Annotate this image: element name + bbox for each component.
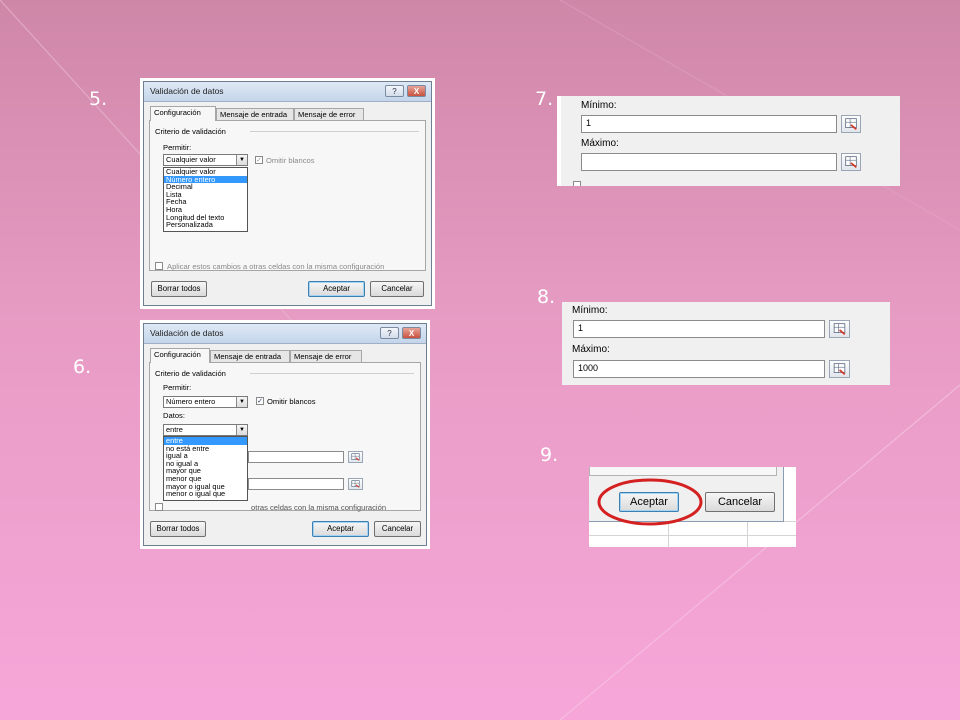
checkbox-check-icon: ✓ [256, 157, 262, 164]
maximum-label: Máximo: [572, 344, 610, 355]
maximum-field[interactable] [248, 478, 344, 490]
dialog-titlebar: Validación de datos ? X [144, 82, 431, 102]
range-picker-icon[interactable] [841, 115, 861, 133]
minimum-label: Mínimo: [581, 100, 617, 111]
cancel-button[interactable]: Cancelar [374, 521, 421, 537]
data-combo-value: entre [166, 425, 183, 434]
criteria-group-label: Criterio de validación [155, 369, 226, 378]
ignore-blank-checkbox[interactable]: ✓ [256, 397, 264, 405]
allow-label: Permitir: [163, 383, 192, 392]
tab-mensaje-entrada[interactable]: Mensaje de entrada [210, 350, 290, 362]
tab-configuracion[interactable]: Configuración [150, 348, 210, 363]
screenshot-step-9: Aceptar Cancelar [589, 467, 796, 547]
close-button[interactable]: X [407, 85, 426, 97]
screenshot-step-5: Validación de datos ? X Configuración Me… [140, 78, 435, 309]
allow-dropdown-list: Cualquier valor Número entero Decimal Li… [163, 167, 248, 232]
minimum-field[interactable]: 1 [581, 115, 837, 133]
validation-dialog: Validación de datos ? X Configuración Me… [143, 81, 432, 306]
settings-panel: Criterio de validación Permitir: Número … [149, 362, 421, 512]
left-edge [557, 96, 561, 186]
tab-mensaje-error[interactable]: Mensaje de error [294, 108, 364, 120]
range-picker-icon[interactable] [348, 451, 363, 463]
step-number-8: 8. [537, 286, 556, 308]
allow-label: Permitir: [163, 143, 192, 152]
maximum-field[interactable] [581, 153, 837, 171]
range-picker-icon[interactable] [829, 320, 850, 338]
criteria-group-label: Criterio de validación [155, 127, 226, 136]
allow-option[interactable]: Personalizada [164, 221, 247, 229]
screenshot-step-8: Mínimo: 1 Máximo: 1000 [562, 302, 890, 385]
ignore-blank-label: Omitir blancos [267, 397, 316, 406]
apply-to-all-checkbox[interactable] [155, 503, 163, 511]
minimum-field[interactable]: 1 [573, 320, 825, 338]
tab-mensaje-error[interactable]: Mensaje de error [290, 350, 362, 362]
ok-button[interactable]: Aceptar [312, 521, 369, 537]
maximum-field[interactable]: 1000 [573, 360, 825, 378]
screenshot-step-7: Mínimo: 1 Máximo: [557, 96, 900, 186]
data-combo[interactable]: entre ▼ [163, 424, 248, 436]
dialog-title: Validación de datos [150, 328, 224, 338]
allow-combo-value: Número entero [166, 397, 216, 406]
settings-panel: Criterio de validación Permitir: Cualqui… [149, 120, 426, 271]
tab-mensaje-entrada[interactable]: Mensaje de entrada [216, 108, 294, 120]
close-button[interactable]: X [402, 327, 421, 339]
allow-combo[interactable]: Cualquier valor ▼ [163, 154, 248, 166]
data-option[interactable]: menor o igual que [164, 490, 247, 498]
step-number-7: 7. [535, 88, 554, 110]
minimum-label: Mínimo: [572, 305, 608, 316]
clear-all-button[interactable]: Borrar todos [151, 281, 207, 297]
checkbox-check-icon: ✓ [257, 398, 263, 405]
step-number-5: 5. [89, 88, 108, 110]
range-picker-icon[interactable] [841, 153, 861, 171]
validation-dialog: Validación de datos ? X Configuración Me… [143, 323, 427, 546]
tab-configuracion[interactable]: Configuración [150, 106, 216, 121]
allow-combo[interactable]: Número entero ▼ [163, 396, 248, 408]
apply-to-all-checkbox[interactable] [573, 181, 581, 186]
dropdown-arrow-icon[interactable]: ▼ [236, 397, 247, 407]
apply-to-all-label: Aplicar estos cambios a otras celdas con… [167, 262, 385, 271]
ignore-blank-label: Omitir blancos [266, 156, 315, 165]
minimum-field[interactable] [248, 451, 344, 463]
step-number-6: 6. [73, 356, 92, 378]
data-dropdown-list: entre no está entre igual a no igual a m… [163, 436, 248, 501]
maximum-label: Máximo: [581, 138, 619, 149]
group-separator [250, 373, 414, 374]
cancel-button[interactable]: Cancelar [370, 281, 424, 297]
range-picker-icon[interactable] [829, 360, 850, 378]
apply-to-all-label: otras celdas con la misma configuración [251, 503, 387, 512]
help-button[interactable]: ? [385, 85, 404, 97]
help-button[interactable]: ? [380, 327, 399, 339]
dropdown-arrow-icon[interactable]: ▼ [236, 155, 247, 165]
dialog-titlebar: Validación de datos ? X [144, 324, 426, 344]
ok-button[interactable]: Aceptar [308, 281, 365, 297]
data-label: Datos: [163, 411, 185, 420]
step-number-9: 9. [540, 444, 559, 466]
ignore-blank-checkbox[interactable]: ✓ [255, 156, 263, 164]
range-picker-icon[interactable] [348, 478, 363, 490]
clear-all-button[interactable]: Borrar todos [150, 521, 206, 537]
allow-combo-value: Cualquier valor [166, 155, 216, 164]
apply-to-all-checkbox[interactable] [155, 262, 163, 270]
dropdown-arrow-icon[interactable]: ▼ [236, 425, 247, 435]
highlight-circle [597, 478, 703, 526]
dialog-title: Validación de datos [150, 86, 224, 96]
group-separator [250, 131, 419, 132]
screenshot-step-6: Validación de datos ? X Configuración Me… [140, 320, 430, 549]
